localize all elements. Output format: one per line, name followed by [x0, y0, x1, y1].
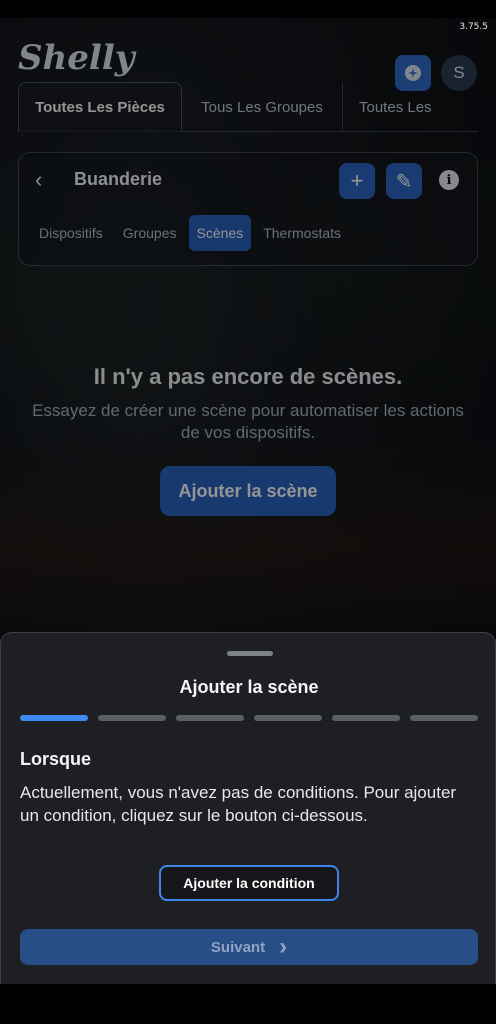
info-icon[interactable]: i	[439, 170, 459, 190]
section-description: Actuellement, vous n'avez pas de conditi…	[20, 783, 457, 825]
room-card: ‹ Buanderie + ✎ i Dispositifs Groupes Sc…	[18, 152, 478, 266]
empty-state-title: Il n'y a pas encore de scènes.	[93, 364, 403, 389]
version-label: 3.75.5	[459, 22, 488, 32]
sheet-title: Ajouter la scène	[179, 677, 319, 697]
shelly-logo: Shelly	[18, 38, 135, 78]
subtab-devices[interactable]: Dispositifs	[31, 215, 111, 251]
system-nav-bar	[0, 984, 496, 1024]
pencil-icon: ✎	[395, 170, 413, 193]
section-title: Lorsque	[20, 749, 92, 769]
step-progress	[20, 715, 478, 721]
step-indicator	[176, 715, 244, 721]
tab-all-devices[interactable]: Toutes Les	[342, 82, 478, 132]
next-button-label: Suivant	[210, 938, 266, 956]
room-title: Buanderie	[74, 169, 163, 189]
sheet-drag-handle[interactable]	[227, 651, 273, 656]
edit-button[interactable]: ✎	[386, 163, 422, 199]
subtab-groups[interactable]: Groupes	[115, 215, 185, 251]
tab-all-rooms[interactable]: Toutes Les Pièces	[18, 82, 182, 132]
chevron-right-icon: ›	[279, 933, 288, 960]
step-indicator	[20, 715, 88, 721]
step-indicator	[254, 715, 322, 721]
tab-all-groups[interactable]: Tous Les Groupes	[182, 82, 342, 132]
add-condition-button[interactable]: Ajouter la condition	[159, 865, 339, 901]
status-bar	[0, 0, 496, 18]
step-indicator	[98, 715, 166, 721]
room-subtabs: Dispositifs Groupes Scènes Thermostats	[31, 215, 349, 251]
add-scene-button[interactable]: Ajouter la scène	[160, 466, 336, 516]
room-tabs: Toutes Les Pièces Tous Les Groupes Toute…	[18, 82, 478, 132]
sparkle-icon	[405, 65, 421, 81]
add-scene-sheet: Ajouter la scène Lorsque Actuellement, v…	[0, 632, 496, 984]
empty-state-text: Essayez de créer une scène pour automati…	[32, 401, 464, 442]
add-button[interactable]: +	[339, 163, 375, 199]
subtab-thermostats[interactable]: Thermostats	[255, 215, 349, 251]
back-chevron-icon[interactable]: ‹	[35, 167, 42, 193]
plus-icon: +	[350, 168, 364, 193]
empty-state: Il n'y a pas encore de scènes. Essayez d…	[0, 364, 496, 516]
app-screen: Shelly S Toutes Les Pièces Tous Les Grou…	[0, 18, 496, 984]
step-indicator	[410, 715, 478, 721]
subtab-scenes[interactable]: Scènes	[188, 215, 252, 251]
step-indicator	[332, 715, 400, 721]
next-button[interactable]: Suivant ›	[20, 929, 478, 965]
